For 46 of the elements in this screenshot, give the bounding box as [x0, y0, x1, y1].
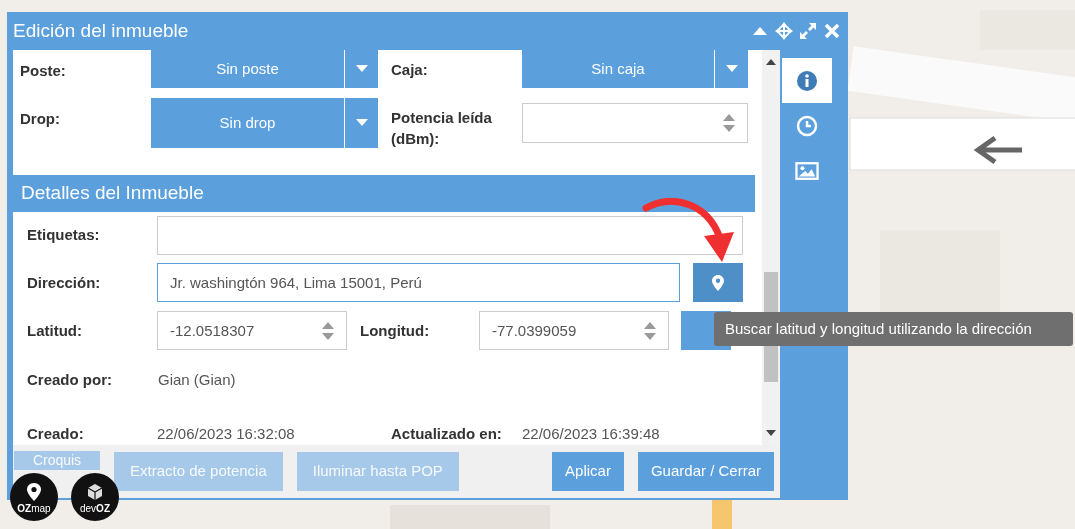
- caret-icon: [725, 65, 738, 73]
- field-label: Etiquetas:: [27, 225, 101, 246]
- scroll-down-icon[interactable]: [766, 430, 776, 436]
- close-icon[interactable]: [822, 21, 842, 41]
- number-field[interactable]: -12.0518307: [157, 311, 347, 351]
- info-icon: [796, 69, 818, 92]
- caret-icon: [355, 65, 368, 73]
- clock-icon: [796, 114, 818, 137]
- section-header: Detalles del Inmueble: [13, 175, 755, 212]
- spinner-icon: [723, 112, 735, 134]
- field-value: Gian (Gian): [157, 369, 236, 390]
- expand-icon[interactable]: [798, 21, 818, 41]
- side-tab[interactable]: [782, 58, 832, 103]
- field-label: Latitud:: [27, 320, 83, 341]
- window-title: Edición del inmueble: [13, 18, 190, 43]
- move-icon[interactable]: [774, 21, 794, 41]
- field-label: Drop:: [19, 109, 61, 129]
- select-field[interactable]: Sin poste: [151, 50, 378, 88]
- field-label: Caja:: [390, 60, 429, 80]
- tags-field[interactable]: [157, 215, 743, 255]
- select-field[interactable]: Sin drop: [151, 98, 378, 148]
- locate-button[interactable]: [693, 263, 743, 303]
- address-field[interactable]: Jr. washingtón 964, Lima 15001, Perú: [157, 263, 680, 303]
- map-pin-icon: [712, 274, 724, 291]
- tooltip: Buscar latitud y longitud utilizando la dirección: [714, 312, 1073, 346]
- number-field[interactable]: [522, 103, 748, 143]
- field-label: Creado:: [27, 423, 85, 444]
- map-pin-icon: [26, 483, 42, 501]
- scroll-up-icon[interactable]: [766, 59, 776, 65]
- number-field[interactable]: -77.0399059: [479, 311, 669, 351]
- field-value: 22/06/2023 16:32:08: [157, 423, 296, 444]
- select-field[interactable]: Sin caja: [522, 50, 748, 88]
- logo-text: OZmap: [17, 502, 51, 516]
- footer-button[interactable]: Aplicar: [552, 452, 624, 491]
- image-icon: [794, 159, 820, 182]
- field-label: Dirección:: [27, 272, 102, 293]
- cube-icon: [87, 483, 103, 501]
- field-label: Actualizado en:: [391, 423, 503, 444]
- footer-button[interactable]: Guardar / Cerrar: [637, 452, 774, 491]
- field-label: Poste:: [19, 61, 67, 81]
- field-label: Potencia leída (dBm):: [390, 108, 493, 148]
- logo-text: devOZ: [80, 502, 110, 516]
- field-value: 22/06/2023 16:39:48: [522, 423, 660, 444]
- field-label: Creado por:: [27, 369, 113, 390]
- field-label: Longitud:: [359, 320, 431, 341]
- caret-icon: [355, 119, 368, 127]
